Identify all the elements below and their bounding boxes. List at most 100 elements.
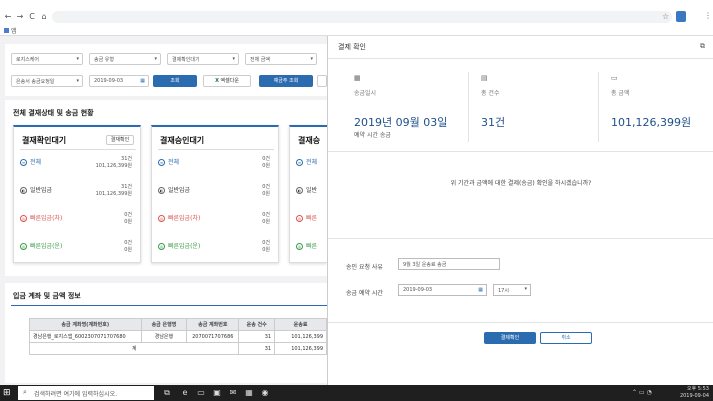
filter-amount-value: 전체 금액 (250, 57, 270, 63)
status-section-title: 전체 결재상태 및 송금 현황 (13, 109, 94, 117)
dialog-title: 결제 확인 (338, 43, 366, 51)
chevron-down-icon: ▾ (524, 286, 527, 292)
star-icon[interactable]: ☆ (662, 12, 669, 21)
forward-icon[interactable]: → (15, 12, 25, 21)
row-values: 31건 101,126,399원 (96, 156, 132, 170)
reload-icon[interactable]: C (27, 12, 37, 21)
cancel-button[interactable]: 취소 (540, 332, 592, 344)
stat-value: 31건 (481, 116, 506, 129)
home-icon[interactable]: ⌂ (39, 12, 49, 21)
table-total-row: 계 31 101,126,399 (28, 342, 327, 355)
divider (468, 72, 469, 142)
filter-company-select[interactable]: 로지스케어 ▾ (11, 53, 83, 65)
row-values: 0건 0원 (124, 240, 132, 254)
status-row-all[interactable]: ≡ 전체 (20, 157, 41, 166)
search-button[interactable]: 조회 (153, 75, 197, 87)
taskbar-search-input[interactable]: ⌕ 검색하려면 여기에 입력하십시오. (18, 386, 154, 400)
card-pending-confirm: 결재확인대기 결재확인 ≡ 전체 31건 101,126,399원 ◐ 일반입금 31… (13, 125, 141, 263)
all-icon: ≡ (296, 159, 303, 166)
filter-date-type-value: 은송서 송금요청일 (16, 79, 55, 85)
clock[interactable]: 오후 5:53 2019-09-04 (680, 386, 709, 400)
chrome-icon[interactable]: ◉ (260, 388, 270, 398)
excel-icon: X (215, 78, 219, 84)
filter-date-input[interactable]: 2019-09-03 ▦ (89, 75, 149, 87)
card-title: 결재확인대기 (22, 136, 67, 145)
mail-icon[interactable]: ✉ (228, 388, 238, 398)
cell-bank: 경남은행 (140, 330, 188, 343)
row-count: 0건 (262, 184, 270, 190)
calendar-icon[interactable]: ▦ (140, 78, 145, 84)
excel-download-button[interactable]: X 엑셀다운 (203, 75, 251, 87)
row-amount: 0원 (124, 219, 132, 225)
back-icon[interactable]: ← (3, 12, 13, 21)
card-pending-approval: 결재승인대기 ≡ 전체 0건 0원 ◐ 일반입금 0건 0원 ◎ 빠른입금(차) 0건 0원… (151, 125, 279, 263)
divider (328, 238, 713, 239)
divider (328, 58, 713, 59)
row-count: 0건 (124, 212, 132, 218)
memo-label: 송인 요청 사유 (346, 264, 383, 271)
edge-icon[interactable]: e (180, 388, 190, 398)
table-row[interactable]: 경남은행_로지스앱_6002307071707680 경남은행 20700717… (29, 330, 327, 343)
store-icon[interactable]: ▣ (212, 388, 222, 398)
car-icon: ◎ (20, 215, 27, 222)
status-row-fast-car[interactable]: ◎ 빠른입금(차) (20, 213, 62, 222)
status-row-normal[interactable]: ◐ 일반입금 (158, 185, 190, 194)
status-row-fast-car[interactable]: ◎ 빠른입금(차) (158, 213, 200, 222)
wallet-icon: ◐ (296, 187, 303, 194)
confirm-payment-button[interactable]: 결제확인 (484, 332, 536, 344)
depositor-lookup-button[interactable]: 예금주 조회 (259, 75, 313, 87)
row-values: 0건 0원 (262, 184, 270, 198)
row-values: 0건 0원 (262, 212, 270, 226)
status-row-normal[interactable]: ◐ 일반 (296, 185, 317, 194)
card-title: 결재승인대기 (160, 136, 205, 145)
filter-amount-select[interactable]: 전체 금액 ▾ (245, 53, 317, 65)
bookmark-label: 앱 (11, 28, 17, 35)
calculator-icon[interactable]: ▦ (244, 388, 254, 398)
status-row-normal[interactable]: ◐ 일반입금 (20, 185, 52, 194)
status-row-all[interactable]: ≡ 전체 (296, 157, 317, 166)
divider (11, 305, 327, 306)
menu-icon[interactable]: ⋮ (704, 11, 712, 20)
stat-value: 101,126,399원 (611, 116, 692, 129)
status-row-all[interactable]: ≡ 전체 (158, 157, 179, 166)
stats-section: ▦ 송금일시 2019년 09월 03일 예약 시간 송금 ▤ 총 건수 31건… (328, 66, 713, 152)
row-label: 빠른 (306, 243, 318, 250)
stat-label: 총 금액 (611, 90, 630, 97)
task-view-icon[interactable]: ⧉ (162, 388, 172, 398)
file-explorer-icon[interactable]: ▭ (196, 388, 206, 398)
status-panel: 전체 결재상태 및 송금 현황 결재확인대기 결재확인 ≡ 전체 31건 101,1… (5, 100, 327, 276)
chevron-down-icon: ▾ (232, 56, 235, 62)
card-approved: 결재승 ≡ 전체 ◐ 일반 ◎ 빠른 ◎ 빠른 (289, 125, 327, 263)
windows-start-icon[interactable]: ⊞ (3, 388, 13, 398)
row-values: 0건 0원 (124, 212, 132, 226)
filter-type-select[interactable]: 송금 유형 ▾ (89, 53, 161, 65)
filter-status-select[interactable]: 결제확인대기 ▾ (167, 53, 239, 65)
calendar-icon[interactable]: ▦ (478, 287, 483, 293)
stat-sub: 예약 시간 송금 (354, 132, 391, 139)
extra-button[interactable] (317, 75, 327, 87)
time-date-input[interactable]: 2019-09-03 ▦ (398, 284, 487, 296)
time-date-value: 2019-09-03 (403, 287, 433, 293)
bookmark-apps[interactable]: 앱 (4, 26, 17, 35)
address-bar[interactable] (52, 11, 672, 23)
status-row-fast-car[interactable]: ◎ 빠른 (296, 213, 317, 222)
excel-download-label: 엑셀다운 (220, 78, 239, 84)
card-title: 결재승 (298, 136, 321, 145)
extension-icon[interactable] (676, 11, 686, 22)
memo-input[interactable]: 9월 3일 운송료 송금 (398, 258, 500, 270)
cell-account-number: 2070071707686 (186, 330, 240, 343)
time-hour-select[interactable]: 17시 ▾ (493, 284, 531, 296)
row-label: 전체 (30, 159, 42, 166)
status-row-fast-transport[interactable]: ◎ 빠른입금(운) (20, 241, 62, 250)
filter-date-value: 2019-09-03 (94, 78, 124, 84)
all-icon: ≡ (158, 159, 165, 166)
status-row-fast-transport[interactable]: ◎ 빠른 (296, 241, 317, 250)
chevron-down-icon: ▾ (76, 78, 79, 84)
filter-date-type-select[interactable]: 은송서 송금요청일 ▾ (11, 75, 83, 87)
row-values: 31건 101,126,399원 (96, 184, 132, 198)
expand-icon[interactable]: ⧉ (700, 42, 705, 51)
confirm-payment-button[interactable]: 결재확인 (106, 135, 134, 145)
row-amount: 0원 (262, 219, 270, 225)
status-row-fast-transport[interactable]: ◎ 빠른입금(운) (158, 241, 200, 250)
system-tray-icons[interactable]: ⌃ ▭ ◔ (632, 389, 652, 396)
